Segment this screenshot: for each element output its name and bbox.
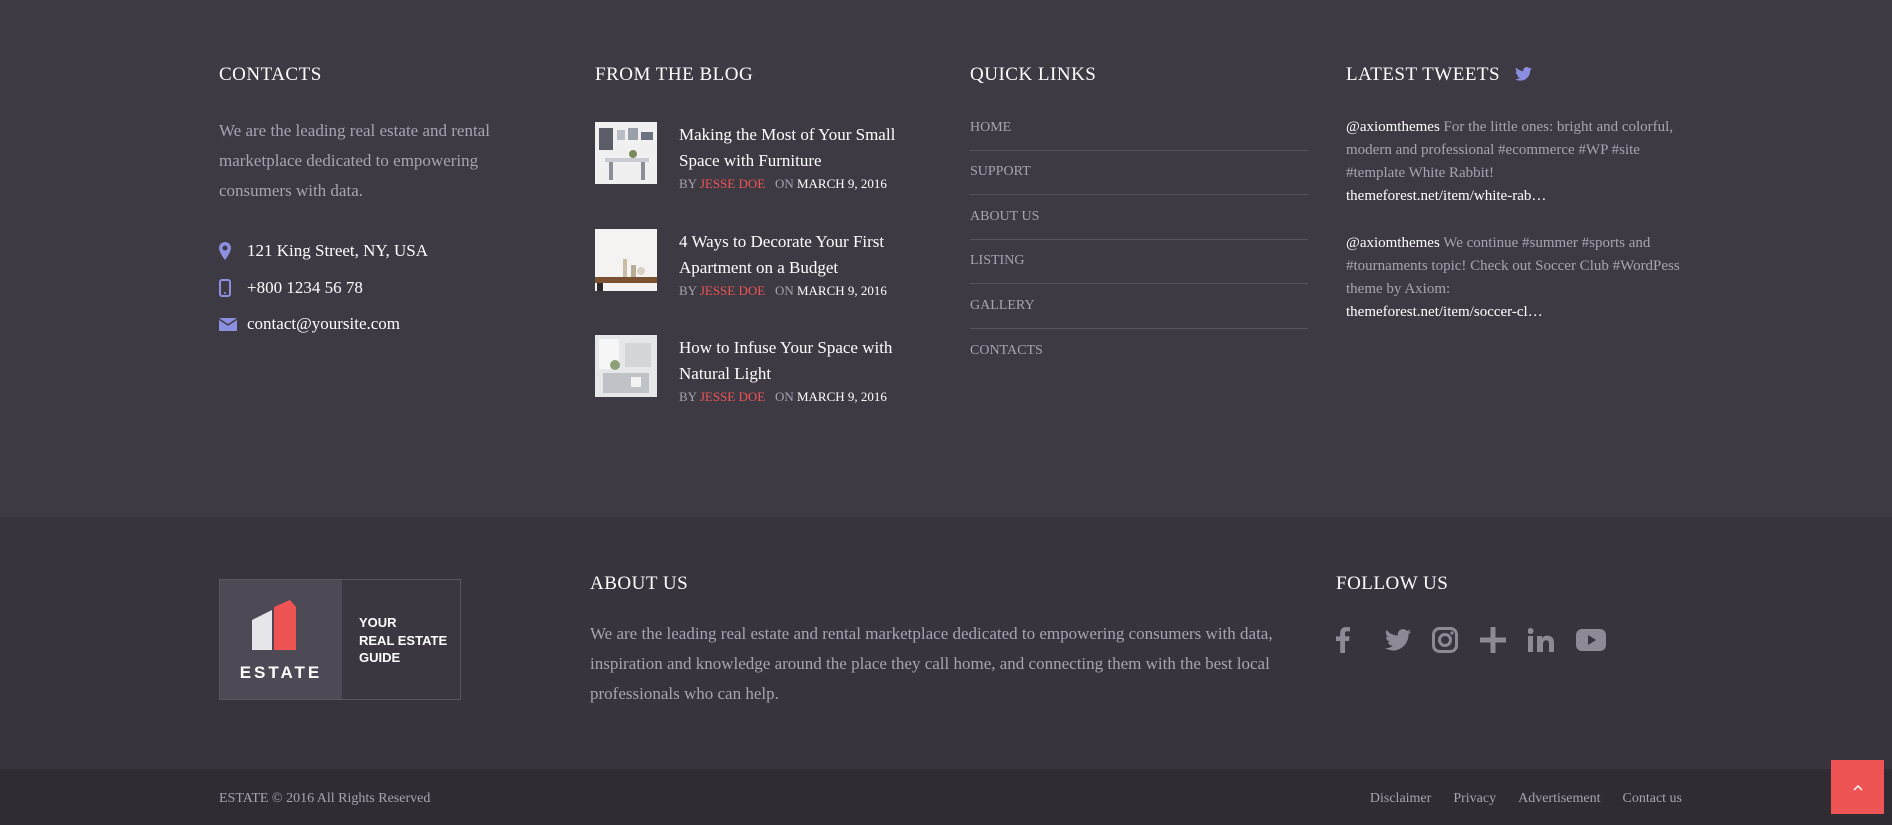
blog-post-author[interactable]: JESSE DOE: [700, 176, 765, 191]
tweet-item: @axiomthemes We continue #summer #sports…: [1346, 232, 1686, 324]
twitter-icon: [1515, 65, 1533, 87]
blog-by-label: BY: [679, 283, 697, 298]
social-links: [1336, 622, 1624, 658]
blog-post-date[interactable]: MARCH 9, 2016: [797, 283, 887, 298]
tweets-title-text: LATEST TWEETS: [1346, 64, 1501, 85]
quick-links-list: HOME SUPPORT ABOUT US LISTING GALLERY CO…: [970, 106, 1308, 373]
blog-post-meta: BY JESSE DOE ON MARCH 9, 2016: [679, 389, 887, 405]
mobile-phone-icon: [219, 279, 247, 297]
about-text: We are the leading real estate and renta…: [590, 624, 1273, 703]
instagram-icon[interactable]: [1432, 622, 1480, 658]
quick-link-support[interactable]: SUPPORT: [970, 151, 1308, 195]
blog-on-label: ON: [774, 389, 794, 404]
contact-phone[interactable]: +800 1234 56 78: [219, 278, 363, 298]
map-pin-icon: [219, 242, 247, 260]
contacts-title: CONTACTS: [219, 64, 322, 85]
twitter-icon[interactable]: [1384, 622, 1432, 658]
blog-by-label: BY: [679, 176, 697, 191]
contact-phone-text: +800 1234 56 78: [247, 278, 363, 297]
contact-address: 121 King Street, NY, USA: [219, 241, 428, 261]
contact-address-text: 121 King Street, NY, USA: [247, 241, 429, 260]
blog-title: FROM THE BLOG: [595, 64, 754, 85]
contact-email-text: contact@yoursite.com: [247, 314, 401, 333]
google-plus-icon[interactable]: [1480, 622, 1528, 658]
tweet-link[interactable]: themeforest.net/item/white-rab…: [1346, 185, 1686, 208]
blog-post: Making the Most of Your Small Space with…: [595, 122, 935, 202]
blog-on-label: ON: [774, 283, 794, 298]
copyright-text: ESTATE © 2016 All Rights Reserved: [219, 791, 431, 806]
linkedin-icon[interactable]: [1528, 622, 1576, 658]
logo-tagline-line: YOUR: [359, 615, 397, 630]
tweet-handle[interactable]: @axiomthemes: [1346, 235, 1440, 251]
blog-post-thumbnail[interactable]: [595, 122, 657, 184]
footer-link-advertisement[interactable]: Advertisement: [1518, 791, 1600, 807]
quick-link-home[interactable]: HOME: [970, 106, 1308, 151]
footer-link-disclaimer[interactable]: Disclaimer: [1370, 791, 1431, 807]
logo-tagline-line: GUIDE: [359, 650, 401, 665]
blog-post-date[interactable]: MARCH 9, 2016: [797, 389, 887, 404]
blog-post-meta: BY JESSE DOE ON MARCH 9, 2016: [679, 176, 887, 192]
quick-links-title: QUICK LINKS: [970, 64, 1097, 85]
contacts-description: We are the leading real estate and renta…: [219, 121, 490, 200]
tweets-title: LATEST TWEETS: [1346, 64, 1533, 87]
quick-link-listing[interactable]: LISTING: [970, 240, 1308, 284]
blog-post-meta: BY JESSE DOE ON MARCH 9, 2016: [679, 283, 887, 299]
quick-link-about-us[interactable]: ABOUT US: [970, 195, 1308, 240]
footer-link-contact-us[interactable]: Contact us: [1623, 791, 1683, 807]
chevron-up-icon: [1852, 779, 1863, 795]
back-to-top-button[interactable]: [1831, 760, 1884, 814]
tweet-handle[interactable]: @axiomthemes: [1346, 119, 1440, 135]
blog-post-title[interactable]: Making the Most of Your Small Space with…: [679, 122, 929, 174]
contact-email[interactable]: contact@yoursite.com: [219, 314, 400, 334]
blog-by-label: BY: [679, 389, 697, 404]
tweet-item: @axiomthemes For the little ones: bright…: [1346, 116, 1686, 208]
blog-post: How to Infuse Your Space with Natural Li…: [595, 335, 935, 415]
blog-post-title[interactable]: How to Infuse Your Space with Natural Li…: [679, 335, 929, 387]
blog-post-thumbnail[interactable]: [595, 335, 657, 397]
blog-post-author[interactable]: JESSE DOE: [700, 283, 765, 298]
estate-logo[interactable]: ESTATE YOUR REAL ESTATE GUIDE: [219, 579, 461, 700]
logo-word: ESTATE: [239, 663, 323, 682]
footer-link-privacy[interactable]: Privacy: [1453, 791, 1496, 807]
follow-title: FOLLOW US: [1336, 573, 1449, 594]
blog-post-author[interactable]: JESSE DOE: [700, 389, 765, 404]
blog-post: 4 Ways to Decorate Your First Apartment …: [595, 229, 935, 309]
footer-links: Disclaimer Privacy Advertisement Contact…: [1370, 791, 1682, 807]
envelope-icon: [219, 317, 247, 331]
blog-on-label: ON: [774, 176, 794, 191]
youtube-icon[interactable]: [1576, 622, 1624, 658]
logo-tagline: YOUR REAL ESTATE GUIDE: [342, 580, 460, 699]
tweet-link[interactable]: themeforest.net/item/soccer-cl…: [1346, 301, 1686, 324]
about-title: ABOUT US: [590, 573, 689, 594]
logo-tagline-line: REAL ESTATE: [359, 632, 448, 648]
facebook-icon[interactable]: [1336, 622, 1384, 658]
blog-post-title[interactable]: 4 Ways to Decorate Your First Apartment …: [679, 229, 929, 281]
quick-link-gallery[interactable]: GALLERY: [970, 284, 1308, 329]
quick-link-contacts[interactable]: CONTACTS: [970, 329, 1308, 374]
blog-post-date[interactable]: MARCH 9, 2016: [797, 176, 887, 191]
logo-mark: ESTATE: [220, 580, 342, 699]
blog-post-thumbnail[interactable]: [595, 229, 657, 291]
